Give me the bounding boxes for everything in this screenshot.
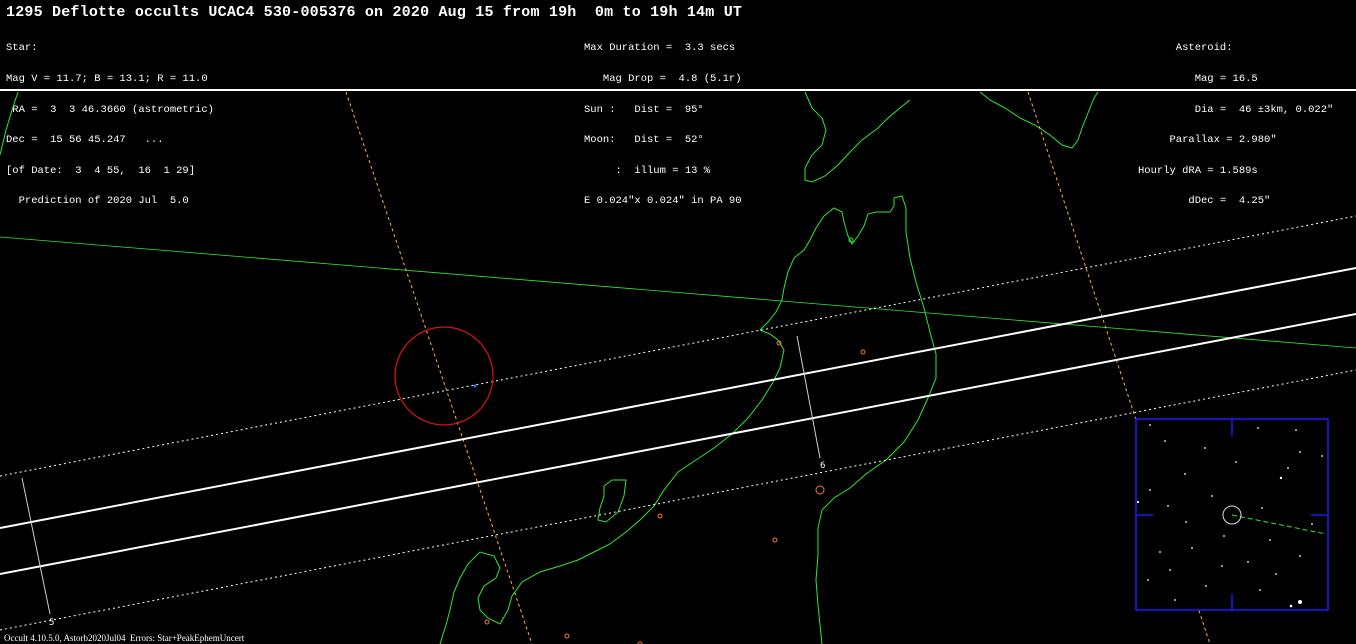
finder-star [1136, 500, 1140, 504]
finder-star [1235, 461, 1237, 463]
central-point-circle [394, 326, 494, 426]
finder-star [1205, 585, 1207, 587]
site-marker [860, 349, 866, 355]
coastline [759, 195, 937, 644]
finder-star [1298, 600, 1302, 604]
finder-star [1299, 451, 1301, 453]
coastline [979, 91, 1099, 149]
finder-chart [1135, 418, 1329, 611]
finder-star [1184, 473, 1186, 475]
finder-star [1269, 539, 1271, 541]
coastline-layer [0, 91, 1099, 644]
coastline [0, 91, 19, 156]
time-tick-line [796, 335, 821, 459]
finder-chart-border [1135, 418, 1329, 611]
finder-star [1211, 495, 1213, 497]
sub-star-track [345, 91, 533, 644]
site-marker [564, 633, 570, 639]
coastline [597, 479, 627, 523]
site-marker [815, 485, 825, 495]
finder-star [1149, 489, 1151, 491]
finder-star [1221, 565, 1223, 567]
occultation-map[interactable]: 6 5 [0, 0, 1356, 644]
finder-star [1261, 507, 1263, 509]
finder-star [1149, 424, 1151, 426]
site-marker [657, 513, 663, 519]
finder-star [1159, 551, 1161, 553]
finder-star [1321, 455, 1323, 457]
finder-star [1191, 547, 1193, 549]
footer-text: Occult 4.10.5.0, Astorb2020Jul04 Errors:… [4, 633, 245, 643]
coastline [804, 91, 911, 183]
time-tick-label: 5 [49, 618, 54, 628]
finder-star [1275, 573, 1277, 575]
time-tick-label: 6 [820, 461, 825, 471]
finder-star [1204, 447, 1206, 449]
site-marker [772, 537, 778, 543]
finder-star [1287, 467, 1289, 469]
time-tick-line [21, 477, 51, 615]
finder-star [1223, 535, 1225, 537]
finder-star [1299, 555, 1301, 557]
site-marker [484, 619, 490, 625]
coastline [439, 329, 785, 644]
central-point-marker [473, 384, 477, 388]
finder-star [1289, 604, 1293, 608]
finder-star [1169, 569, 1171, 571]
finder-star [1311, 523, 1313, 525]
finder-star [1185, 521, 1187, 523]
time-ticks: 6 5 [21, 335, 825, 628]
finder-star [1147, 579, 1149, 581]
finder-star [1247, 561, 1249, 563]
finder-star [1295, 429, 1297, 431]
finder-star [1257, 427, 1259, 429]
finder-star [1167, 505, 1169, 507]
finder-star [1259, 589, 1261, 591]
finder-star [1164, 440, 1166, 442]
finder-star [1279, 476, 1283, 480]
finder-star [1174, 599, 1176, 601]
site-markers [484, 237, 866, 644]
reference-line [0, 236, 1356, 349]
